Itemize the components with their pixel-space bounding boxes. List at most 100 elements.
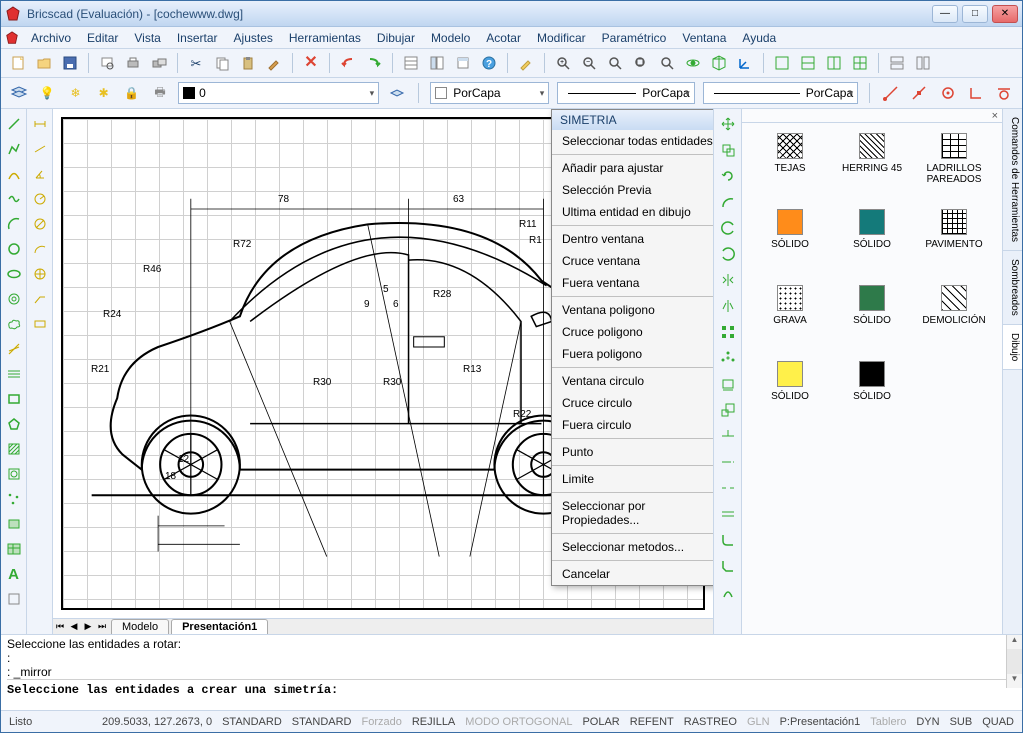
linetype-combo[interactable]: PorCapa ▾	[557, 82, 694, 104]
tab-layout1[interactable]: Presentación1	[171, 619, 268, 634]
ctx-sel-methods[interactable]: Seleccionar metodos...	[552, 536, 713, 558]
tile-vertical-button[interactable]	[912, 52, 934, 74]
tab-first[interactable]: ⏮	[53, 621, 67, 632]
redo-button[interactable]	[363, 52, 385, 74]
text-tool[interactable]: A	[3, 563, 25, 585]
match-properties-button[interactable]	[263, 52, 285, 74]
menu-ajustes[interactable]: Ajustes	[226, 29, 281, 47]
status-rejilla[interactable]: REJILLA	[412, 716, 455, 728]
snap-midpoint-button[interactable]	[909, 82, 929, 104]
donut-tool[interactable]	[3, 288, 25, 310]
hatch-item-8[interactable]: DEMOLICIÓN	[922, 285, 985, 341]
drawing-explorer-button[interactable]	[426, 52, 448, 74]
ctx-circ-win[interactable]: Ventana circulo	[552, 370, 713, 392]
tile-horizontal-button[interactable]	[886, 52, 908, 74]
view-button[interactable]	[708, 52, 730, 74]
snap-endpoint-button[interactable]	[881, 82, 901, 104]
ctx-cross-window[interactable]: Cruce ventana	[552, 250, 713, 272]
ctx-prev-sel[interactable]: Selección Previa	[552, 179, 713, 201]
zoom-out-button[interactable]: −	[578, 52, 600, 74]
menu-modificar[interactable]: Modificar	[529, 29, 594, 47]
hatch-item-5[interactable]: PAVIMENTO	[925, 209, 982, 265]
layer-on-icon[interactable]: 💡	[37, 82, 57, 104]
offset-tool[interactable]	[717, 373, 739, 395]
vtab-hatch[interactable]: Sombreados	[1003, 251, 1022, 325]
ctx-point[interactable]: Punto	[552, 441, 713, 463]
dim-aligned-tool[interactable]	[29, 138, 51, 160]
hatch-tool[interactable]	[3, 438, 25, 460]
polygon-tool[interactable]	[3, 413, 25, 435]
line-tool[interactable]	[3, 113, 25, 135]
menu-modelo[interactable]: Modelo	[423, 29, 478, 47]
layer-vp-freeze-icon[interactable]: ✱	[94, 82, 114, 104]
xline-tool[interactable]	[3, 363, 25, 385]
tab-next[interactable]: ▶	[81, 621, 95, 632]
ucs-button[interactable]	[734, 52, 756, 74]
ctx-add-fit[interactable]: Añadir para ajustar	[552, 157, 713, 179]
move-tool[interactable]	[717, 113, 739, 135]
layer-freeze-icon[interactable]: ❄	[65, 82, 85, 104]
save-button[interactable]	[59, 52, 81, 74]
array-polar-tool[interactable]	[717, 347, 739, 369]
open-button[interactable]	[33, 52, 55, 74]
mirror-tool[interactable]	[717, 269, 739, 291]
menu-ayuda[interactable]: Ayuda	[734, 29, 784, 47]
spline-tool[interactable]	[3, 188, 25, 210]
snap-tangent-button[interactable]	[994, 82, 1014, 104]
maximize-button[interactable]: □	[962, 5, 988, 23]
viewport-2v-button[interactable]	[823, 52, 845, 74]
cmd-scrollbar[interactable]: ▲▼	[1006, 635, 1022, 688]
revcloud-tool[interactable]	[3, 313, 25, 335]
hatch-item-7[interactable]: SÓLIDO	[853, 285, 891, 341]
paste-button[interactable]	[237, 52, 259, 74]
ctx-in-window[interactable]: Dentro ventana	[552, 228, 713, 250]
ctx-poly-cross[interactable]: Cruce poligono	[552, 321, 713, 343]
hatch-item-0[interactable]: TEJAS	[774, 133, 805, 189]
layer-combo[interactable]: 0 ▾	[178, 82, 379, 104]
command-line[interactable]: Seleccione las entidades a rotar: : : _m…	[1, 634, 1022, 710]
drawing-viewport[interactable]: 78 63 R72 R46 R24 R21 R11 R1 R30 R30 R28…	[53, 109, 713, 618]
break-tool[interactable]	[717, 477, 739, 499]
zoom-window-button[interactable]	[604, 52, 626, 74]
tab-last[interactable]: ⏭	[95, 621, 109, 632]
cut-button[interactable]: ✂	[185, 52, 207, 74]
layer-states-icon[interactable]	[387, 82, 407, 104]
table-tool[interactable]	[3, 538, 25, 560]
hatch-item-6[interactable]: GRAVA	[773, 285, 807, 341]
array-tool[interactable]	[717, 321, 739, 343]
ctx-poly-out[interactable]: Fuera poligono	[552, 343, 713, 365]
vtab-tools[interactable]: Comandos de Herramientas	[1003, 109, 1022, 251]
menu-vista[interactable]: Vista	[126, 29, 168, 47]
hatch-item-9[interactable]: SÓLIDO	[771, 361, 809, 417]
layer-lock-icon[interactable]: 🔒	[122, 82, 142, 104]
menu-paramétrico[interactable]: Paramétrico	[594, 29, 675, 47]
minimize-button[interactable]: —	[932, 5, 958, 23]
properties-button[interactable]	[400, 52, 422, 74]
snap-center-button[interactable]	[937, 82, 957, 104]
rotate-tool[interactable]	[717, 165, 739, 187]
status-quad[interactable]: QUAD	[982, 716, 1014, 728]
sheet-set-button[interactable]	[452, 52, 474, 74]
undo-local-tool[interactable]	[717, 217, 739, 239]
palette-close-icon[interactable]: ×	[742, 109, 1002, 123]
status-sub[interactable]: SUB	[950, 716, 973, 728]
dim-radius-tool[interactable]	[29, 188, 51, 210]
layer-manager-icon[interactable]	[9, 82, 29, 104]
publish-button[interactable]	[148, 52, 170, 74]
curve-tool[interactable]	[3, 163, 25, 185]
mirror3d-tool[interactable]	[717, 295, 739, 317]
redo-local-tool[interactable]	[717, 243, 739, 265]
status-ortho[interactable]: MODO ORTOGONAL	[465, 716, 572, 728]
trim-tool[interactable]	[717, 425, 739, 447]
ellipse-tool[interactable]	[3, 263, 25, 285]
tab-model[interactable]: Modelo	[111, 619, 169, 634]
polyline-tool[interactable]	[3, 138, 25, 160]
dim-arc-tool[interactable]	[29, 238, 51, 260]
hatch-item-3[interactable]: SÓLIDO	[771, 209, 809, 265]
dim-diameter-tool[interactable]	[29, 213, 51, 235]
status-gln[interactable]: GLN	[747, 716, 770, 728]
ctx-select-all[interactable]: Seleccionar todas entidades	[552, 130, 713, 152]
vtab-draw[interactable]: Dibujo	[1003, 325, 1022, 370]
viewport-single-button[interactable]	[771, 52, 793, 74]
status-dyn[interactable]: DYN	[916, 716, 939, 728]
